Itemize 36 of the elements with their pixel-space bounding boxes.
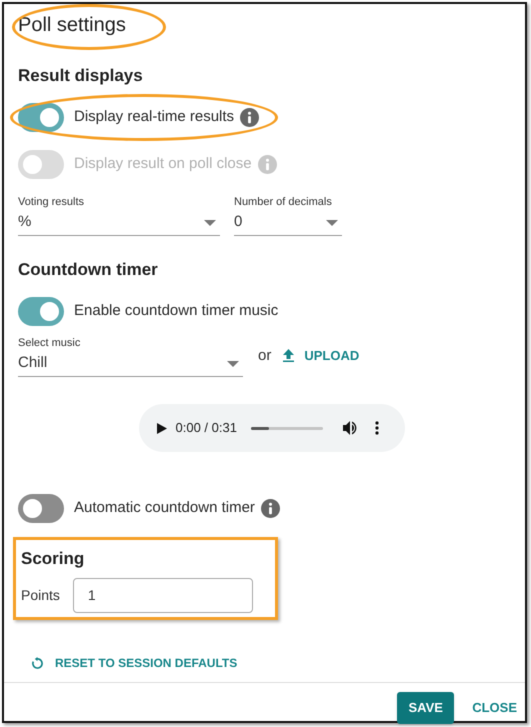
dialog-title: Poll settings xyxy=(18,13,126,38)
or-text: or xyxy=(258,346,272,366)
play-icon[interactable] xyxy=(156,422,166,434)
caret-icon xyxy=(204,220,216,226)
reset-button[interactable]: RESET TO SESSION DEFAULTS xyxy=(32,654,238,672)
field-label: Select music xyxy=(18,336,82,350)
dropdown[interactable]: 0 xyxy=(234,210,342,236)
upload-icon xyxy=(283,349,294,362)
field-label: Number of decimals xyxy=(234,194,333,210)
dropdown[interactable]: Chill xyxy=(18,351,243,377)
close-button[interactable]: CLOSE xyxy=(472,698,517,718)
upload-button[interactable]: UPLOAD xyxy=(283,346,360,366)
save-button[interactable]: SAVE xyxy=(397,692,454,724)
progress-track[interactable] xyxy=(250,426,323,430)
section-heading: Scoring xyxy=(21,548,86,570)
info-icon[interactable] xyxy=(240,108,260,126)
time-display: 0:00 / 0:31 xyxy=(176,419,237,438)
field-label: Voting results xyxy=(18,194,86,210)
volume-icon[interactable] xyxy=(342,421,358,435)
dropdown[interactable]: % xyxy=(18,210,220,236)
toggle-label: Display real-time results xyxy=(74,106,234,127)
toggle-switch[interactable] xyxy=(18,102,64,132)
points-input[interactable]: 1 xyxy=(72,578,253,612)
toggle-switch[interactable] xyxy=(18,296,64,326)
section-heading: Countdown timer xyxy=(18,259,159,281)
section-heading: Result displays xyxy=(18,65,144,87)
more-icon[interactable] xyxy=(374,421,379,435)
toggle-label: Enable countdown timer music xyxy=(74,300,278,321)
caret-icon xyxy=(326,220,338,226)
caret-icon xyxy=(227,360,239,366)
toggle-switch[interactable] xyxy=(18,494,64,523)
toggle-label: Automatic countdown timer xyxy=(74,498,255,518)
toggle-label: Display result on poll close xyxy=(74,154,252,174)
reset-icon xyxy=(32,657,43,669)
points-label: Points xyxy=(21,586,60,604)
info-icon[interactable] xyxy=(260,499,280,518)
